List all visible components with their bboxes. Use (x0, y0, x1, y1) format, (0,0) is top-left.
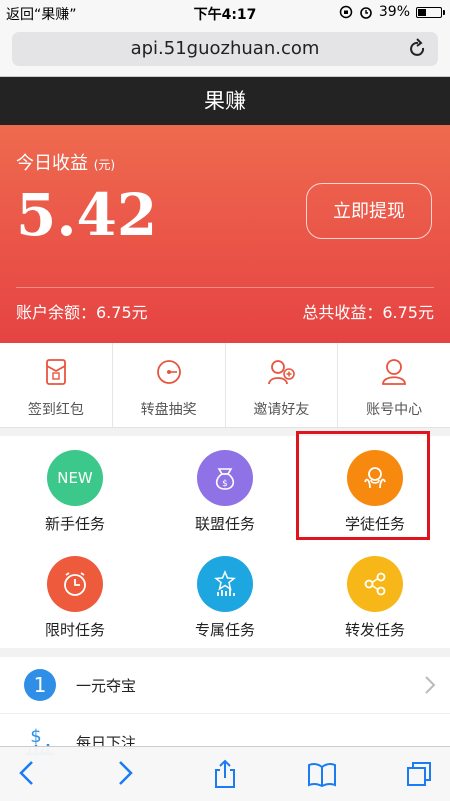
svg-text:1: 1 (34, 673, 47, 697)
browser-address-bar: api.51guozhuan.com (0, 24, 450, 77)
account-icon (382, 359, 407, 385)
shortcut-label: 转盘抽奖 (140, 402, 197, 418)
invite-user-icon (268, 360, 296, 385)
url-text: api.51guozhuan.com (130, 38, 320, 59)
shortcut-checkin-redpacket[interactable]: 签到红包 (0, 343, 113, 427)
wheel-icon (156, 360, 181, 384)
svg-text:$: $ (222, 479, 228, 489)
total-earnings: 总共收益：6.75元 (302, 303, 434, 322)
rotation-lock-icon (339, 5, 353, 19)
shortcut-label: 账号中心 (366, 402, 423, 418)
shortcut-label: 邀请好友 (253, 402, 310, 418)
status-indicators: 39% (339, 4, 445, 20)
account-balance: 账户余额：6.75元 (16, 303, 148, 322)
card-divider (16, 287, 434, 288)
chevron-right-icon (425, 676, 436, 694)
new-badge-icon: NEW (47, 450, 103, 506)
red-envelope-icon (45, 359, 66, 385)
task-label: 专属任务 (194, 621, 255, 639)
task-label: 转发任务 (344, 621, 405, 639)
share-sheet-icon[interactable] (210, 759, 240, 789)
task-exclusive[interactable]: 专属任务 (150, 542, 300, 648)
list-item-label: 一元夺宝 (76, 677, 137, 695)
task-label: 限时任务 (44, 621, 105, 639)
apprentice-icon (347, 450, 403, 506)
task-apprentice[interactable]: 学徒任务 (300, 436, 450, 542)
shortcut-lucky-wheel[interactable]: 转盘抽奖 (113, 343, 226, 427)
status-bar: 返回“果赚” 下午4:17 39% (0, 0, 450, 24)
withdraw-button[interactable]: 立即提现 (306, 183, 432, 239)
battery-icon (416, 6, 445, 18)
today-earnings-amount: 5.42 (16, 181, 158, 249)
task-label: 新手任务 (44, 515, 105, 533)
bookmarks-icon[interactable] (306, 759, 338, 789)
task-label: 联盟任务 (194, 515, 255, 533)
shortcut-invite-friends[interactable]: 邀请好友 (226, 343, 339, 427)
shortcut-row: 签到红包 转盘抽奖 邀请好友 账号中心 (0, 343, 450, 428)
reload-icon[interactable] (408, 32, 428, 78)
star-chart-icon (197, 556, 253, 612)
shortcut-label: 签到红包 (27, 402, 84, 418)
shortcut-account-center[interactable]: 账号中心 (338, 343, 450, 427)
task-share[interactable]: 转发任务 (300, 542, 450, 648)
battery-percent: 39% (378, 4, 410, 20)
number-one-icon: 1 (24, 669, 56, 701)
back-arrow-icon[interactable] (16, 759, 38, 787)
money-bag-icon: $ (197, 450, 253, 506)
svg-text:$: $ (30, 726, 41, 747)
today-earnings-label: 今日收益 (元) (16, 153, 116, 174)
url-field[interactable]: api.51guozhuan.com (12, 32, 438, 66)
forward-arrow-icon[interactable] (114, 759, 136, 787)
list-item-one-yuan[interactable]: 1 一元夺宝 (0, 657, 450, 714)
page-title: 果赚 (0, 77, 450, 125)
unit-label: (元) (93, 158, 116, 172)
share-icon (347, 556, 403, 612)
alarm-icon (360, 7, 372, 19)
task-alliance[interactable]: $ 联盟任务 (150, 436, 300, 542)
task-limited-time[interactable]: 限时任务 (0, 542, 150, 648)
earnings-card: 今日收益 (元) 5.42 立即提现 账户余额：6.75元 总共收益：6.75元 (0, 125, 450, 343)
feature-list: 1 一元夺宝 $ 每日下注 (0, 657, 450, 771)
task-label: 学徒任务 (344, 515, 405, 533)
task-grid: NEW 新手任务 $ 联盟任务 学徒任务 限时任务 专属任务 转发任务 (0, 436, 450, 648)
alarm-clock-icon (47, 556, 103, 612)
tabs-icon[interactable] (404, 759, 434, 789)
browser-toolbar (0, 746, 450, 801)
task-newbie[interactable]: NEW 新手任务 (0, 436, 150, 542)
